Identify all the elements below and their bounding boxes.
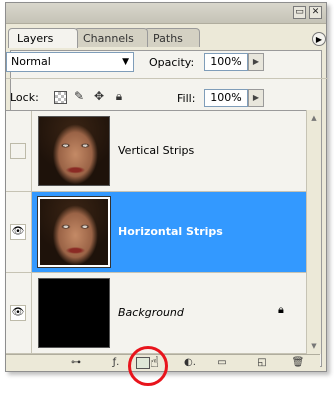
blend-mode-value: Normal [11,55,51,68]
layer-row-background[interactable]: 👁︎ Background 🔒︎ [6,273,306,354]
layer-name: Vertical Strips [118,144,195,157]
lock-all-icon[interactable]: 🔒︎ [112,89,126,103]
trash-icon[interactable]: 🗑︎ [290,356,306,370]
panel-menu-icon[interactable]: ▶ [312,32,326,46]
tab-paths[interactable]: Paths [144,28,200,47]
divider [6,78,328,79]
layer-name: Horizontal Strips [118,225,223,238]
lock-pixels-icon[interactable]: ✎ [72,89,86,103]
fill-label: Fill: [177,92,196,105]
opacity-label: Opacity: [149,56,195,69]
lock-label: Lock: [10,91,39,104]
new-layer-icon[interactable]: ◱ [254,356,270,370]
visibility-cell[interactable]: 👁︎ [6,273,32,353]
opacity-slider-button[interactable]: ▶ [248,53,264,71]
lock-icon: 🔒︎ [278,303,284,316]
minimize-icon[interactable]: ▭ [293,6,306,19]
blend-mode-select[interactable]: Normal ▼ [6,52,134,72]
layer-style-icon[interactable]: ƒ. [108,356,124,370]
layer-thumbnail [38,116,110,186]
tab-layers[interactable]: Layers [8,28,78,48]
eye-icon[interactable]: 👁︎ [10,305,26,321]
layers-list: Vertical Strips 👁︎ Horizontal Strips 👁︎ … [6,110,306,355]
layer-name: Background [118,306,184,319]
layer-thumbnail [38,278,110,348]
link-layers-icon[interactable]: ⊶ [68,356,84,370]
lock-position-icon[interactable]: ✥ [92,89,106,103]
layer-thumbnail [37,196,111,268]
chevron-down-icon: ▼ [122,57,129,67]
adjustment-layer-icon[interactable]: ◐. [182,356,198,370]
scroll-up-icon[interactable]: ▲ [308,112,320,124]
layer-row-horizontal-strips[interactable]: 👁︎ Horizontal Strips [6,192,306,273]
panel-titlebar[interactable]: ▭ ✕ [6,3,326,24]
layers-scrollbar[interactable]: ▲ ▼ [306,110,321,354]
fill-input[interactable]: 100% [204,89,248,107]
lock-transparency-icon[interactable] [54,91,67,104]
scroll-down-icon[interactable]: ▼ [308,340,320,352]
visibility-cell[interactable] [6,111,32,191]
eye-icon[interactable]: 👁︎ [10,224,26,240]
panel-tabs: Paths Channels Layers ▶ [6,28,328,48]
close-icon[interactable]: ✕ [309,6,322,19]
fill-slider-button[interactable]: ▶ [248,89,264,107]
visibility-cell[interactable]: 👁︎ [6,192,32,272]
layer-row-vertical-strips[interactable]: Vertical Strips [6,111,306,192]
opacity-input[interactable]: 100% [204,53,248,71]
visibility-toggle[interactable] [10,143,26,159]
highlight-circle [128,346,168,386]
folder-icon[interactable]: ▭ [214,356,230,370]
tab-channels[interactable]: Channels [74,28,148,47]
